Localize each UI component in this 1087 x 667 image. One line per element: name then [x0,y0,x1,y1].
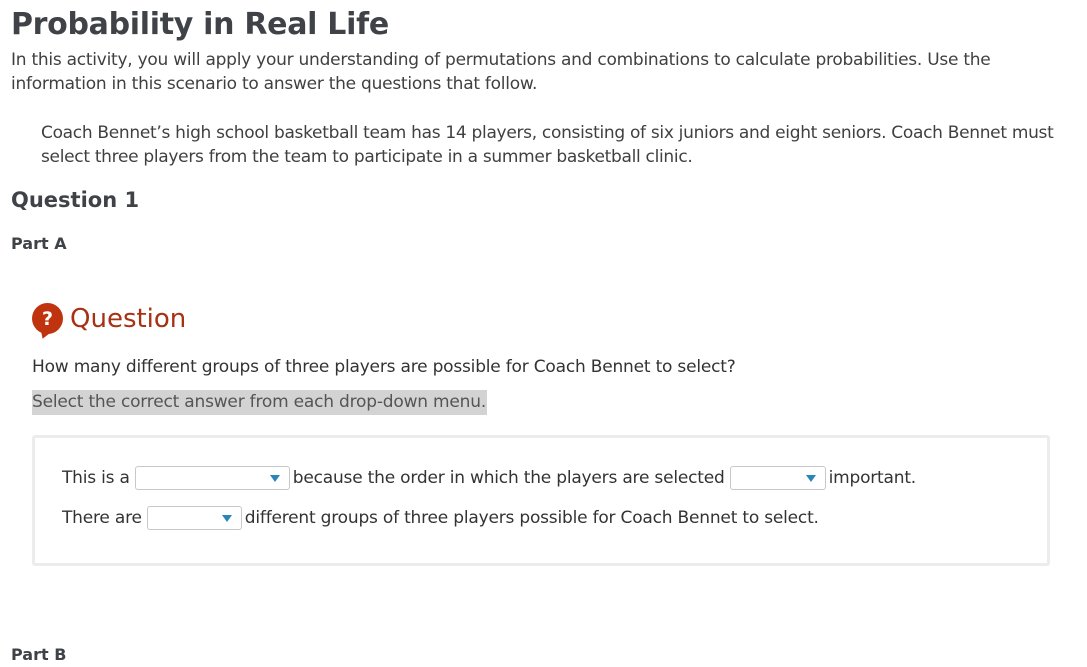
question-text: How many different groups of three playe… [32,357,736,377]
question-1-heading: Question 1 [11,188,140,212]
scenario-text: Coach Bennet’s high school basketball te… [41,123,1054,167]
question-label-row: ? Question [32,303,186,334]
line1-middle-text: because the order in which the players a… [292,468,725,488]
chevron-down-icon [269,475,280,482]
chevron-down-icon [805,475,816,482]
intro-text: In this activity, you will apply your un… [11,50,991,94]
line1-before-text: This is a [62,468,130,488]
answer-line-1: This is a because the order in which the… [62,466,916,490]
part-b-heading: Part B [11,645,67,664]
instruction-text: Select the correct answer from each drop… [32,390,488,415]
line2-after-text: different groups of three players possib… [244,508,819,528]
answer-line-2: There are different groups of three play… [62,506,819,530]
line1-after-text: important. [828,468,917,488]
type-dropdown[interactable] [134,466,290,490]
group-count-dropdown[interactable] [146,506,242,530]
question-mark-icon: ? [32,303,63,334]
page-title: Probability in Real Life [11,7,389,42]
line2-before-text: There are [62,508,142,528]
question-label: Question [70,303,187,334]
answer-box: This is a because the order in which the… [32,435,1050,566]
chevron-down-icon [221,515,232,522]
part-a-heading: Part A [11,234,67,253]
order-importance-dropdown[interactable] [729,466,826,490]
